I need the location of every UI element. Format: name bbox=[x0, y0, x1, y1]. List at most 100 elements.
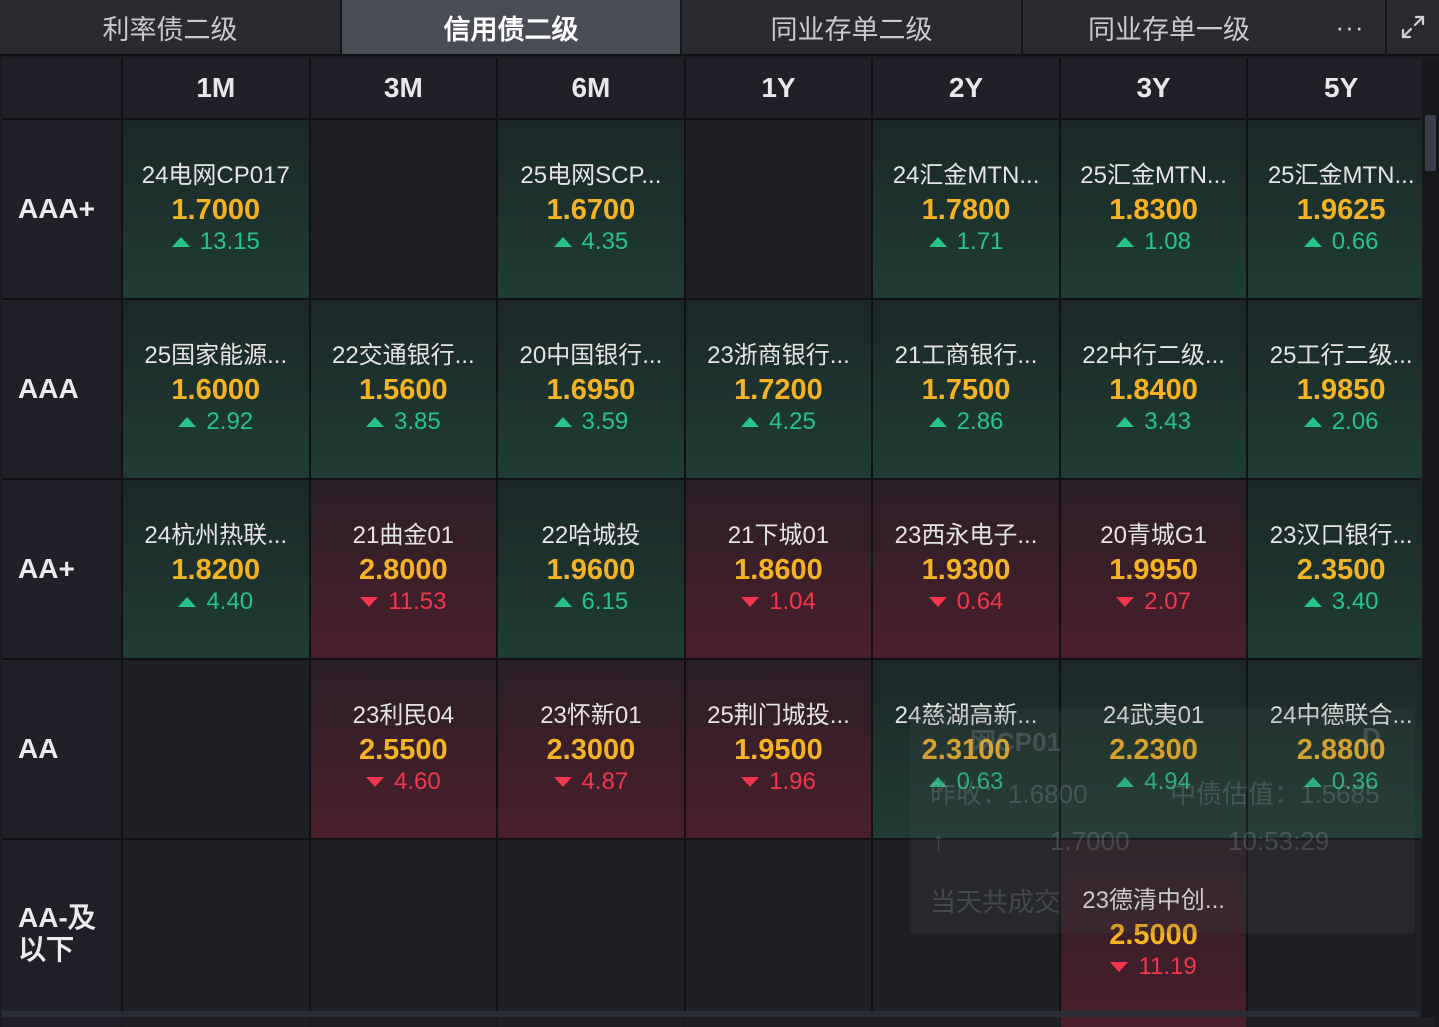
arrow-up-icon bbox=[928, 417, 947, 427]
bond-cell[interactable]: 21工商银行... 1.7500 2.86 bbox=[873, 300, 1059, 478]
expand-icon[interactable] bbox=[1385, 0, 1439, 54]
bond-cell[interactable]: 23浙商银行... 1.7200 4.25 bbox=[685, 300, 872, 478]
rate-change: 2.92 bbox=[178, 407, 253, 437]
arrow-up-icon bbox=[553, 417, 572, 427]
arrow-up-icon bbox=[365, 417, 384, 427]
bond-cell[interactable]: 21下城01 1.8600 1.04 bbox=[685, 480, 872, 658]
grid-corner bbox=[2, 58, 121, 118]
bond-cell[interactable]: 20青城G1 1.9950 2.07 bbox=[1060, 480, 1247, 658]
bond-cell[interactable]: 20中国银行... 1.6950 3.59 bbox=[498, 300, 684, 478]
bond-name: 24汇金MTN... bbox=[892, 162, 1040, 189]
rate-change: 2.06 bbox=[1303, 407, 1379, 437]
bond-rate: 1.9300 bbox=[921, 554, 1011, 586]
rate-change: 2.07 bbox=[1116, 587, 1191, 617]
bond-cell[interactable]: 23怀新01 2.3000 4.87 bbox=[498, 660, 684, 838]
bond-cell[interactable]: 24中德联合... 2.8800 0.36 bbox=[1248, 660, 1434, 838]
change-value: 3.40 bbox=[1331, 588, 1379, 615]
change-value: 4.87 bbox=[581, 768, 629, 795]
rate-change: 4.87 bbox=[553, 767, 629, 797]
column-header: 1Y bbox=[685, 58, 872, 118]
bond-cell[interactable]: 25汇金MTN... 1.9625 0.66 bbox=[1248, 120, 1434, 298]
arrow-up-icon bbox=[553, 597, 572, 607]
bond-rate: 2.5000 bbox=[1109, 918, 1198, 951]
bond-name: 23怀新01 bbox=[540, 702, 642, 729]
change-value: 4.94 bbox=[1144, 768, 1191, 795]
column-header: 5Y bbox=[1248, 58, 1434, 118]
arrow-up-icon bbox=[928, 237, 947, 247]
bond-name: 20青城G1 bbox=[1100, 522, 1207, 549]
bond-cell[interactable]: 25工行二级... 1.9850 2.06 bbox=[1248, 300, 1434, 478]
bond-name: 24武夷01 bbox=[1102, 702, 1205, 729]
change-value: 4.40 bbox=[206, 588, 254, 615]
bond-cell[interactable]: 22中行二级... 1.8400 3.43 bbox=[1060, 300, 1247, 478]
bond-cell[interactable]: 22交通银行... 1.5600 3.85 bbox=[310, 300, 497, 478]
bond-name: 25工行二级... bbox=[1269, 342, 1413, 369]
arrow-up-icon bbox=[1303, 417, 1322, 427]
arrow-up-icon bbox=[171, 237, 190, 247]
bond-cell[interactable]: 25国家能源... 1.6000 2.92 bbox=[123, 300, 309, 478]
bond-cell[interactable]: 23汉口银行... 2.3500 3.40 bbox=[1248, 480, 1434, 658]
bond-name: 25汇金MTN... bbox=[1267, 162, 1415, 189]
bond-rate: 1.6000 bbox=[171, 374, 261, 406]
bond-cell[interactable]: 24汇金MTN... 1.7800 1.71 bbox=[873, 120, 1059, 298]
bond-rate: 1.8300 bbox=[1109, 194, 1198, 226]
empty-cell bbox=[1248, 840, 1434, 1027]
column-header: 6M bbox=[498, 58, 684, 118]
bond-cell[interactable]: 22哈城投 1.9600 6.15 bbox=[498, 480, 684, 658]
bond-name: 23汉口银行... bbox=[1269, 522, 1413, 549]
change-value: 6.15 bbox=[581, 588, 629, 615]
tab-rate-bond-secondary[interactable]: 利率债二级 bbox=[0, 0, 342, 54]
bond-cell[interactable]: 24慈湖高新... 2.3100 0.63 bbox=[873, 660, 1059, 838]
arrow-down-icon bbox=[741, 777, 760, 787]
bond-cell[interactable]: 24武夷01 2.2300 4.94 bbox=[1060, 660, 1247, 838]
rate-change: 4.94 bbox=[1116, 767, 1191, 797]
horizontal-scrollbar[interactable] bbox=[2, 1011, 1420, 1017]
arrow-down-icon bbox=[1116, 597, 1135, 607]
bond-name: 23西永电子... bbox=[894, 522, 1038, 549]
rate-change: 4.60 bbox=[365, 767, 441, 797]
arrow-up-icon bbox=[1116, 777, 1135, 787]
empty-cell bbox=[123, 660, 309, 838]
row-header: AA-及 以下 bbox=[2, 840, 121, 1027]
rate-change: 1.04 bbox=[741, 587, 816, 617]
bond-rate: 2.3000 bbox=[546, 734, 636, 766]
change-value: 1.04 bbox=[769, 588, 816, 615]
bond-rate: 1.6950 bbox=[546, 374, 636, 406]
bond-cell[interactable]: 24杭州热联... 1.8200 4.40 bbox=[123, 480, 309, 658]
change-value: 3.43 bbox=[1144, 408, 1191, 435]
arrow-down-icon bbox=[365, 777, 384, 787]
empty-cell bbox=[685, 120, 872, 298]
bond-name: 23德清中创... bbox=[1082, 886, 1225, 914]
bond-rate: 2.2300 bbox=[1109, 734, 1198, 766]
bond-cell[interactable]: 25电网SCP... 1.6700 4.35 bbox=[498, 120, 684, 298]
tab-credit-bond-secondary[interactable]: 信用债二级 bbox=[342, 0, 682, 54]
bond-cell[interactable]: 23西永电子... 1.9300 0.64 bbox=[873, 480, 1059, 658]
bond-name: 24慈湖高新... bbox=[894, 702, 1038, 729]
change-value: 2.86 bbox=[956, 408, 1004, 435]
rate-change: 11.53 bbox=[360, 587, 446, 617]
arrow-up-icon bbox=[178, 597, 197, 607]
vertical-scrollbar[interactable] bbox=[1422, 58, 1439, 1017]
arrow-up-icon bbox=[928, 777, 947, 787]
bond-cell[interactable]: 23利民04 2.5500 4.60 bbox=[310, 660, 497, 838]
bond-rate: 2.8000 bbox=[358, 554, 448, 586]
bond-cell[interactable]: 25汇金MTN... 1.8300 1.08 bbox=[1060, 120, 1247, 298]
change-value: 4.60 bbox=[393, 768, 441, 795]
bond-cell[interactable]: 23德清中创... 2.5000 11.19 bbox=[1060, 840, 1247, 1027]
row-header: AA+ bbox=[2, 480, 121, 658]
more-icon[interactable]: ··· bbox=[1315, 0, 1385, 54]
bond-cell[interactable]: 24电网CP017 1.7000 13.15 bbox=[123, 120, 309, 298]
bond-cell[interactable]: 25荆门城投... 1.9500 1.96 bbox=[685, 660, 872, 838]
change-value: 13.15 bbox=[199, 228, 260, 255]
bond-rate: 1.9600 bbox=[546, 554, 636, 586]
tab-ncd-secondary[interactable]: 同业存单二级 bbox=[682, 0, 1023, 54]
tab-ncd-primary[interactable]: 同业存单一级 bbox=[1023, 0, 1315, 54]
scrollbar-thumb[interactable] bbox=[1425, 115, 1436, 171]
bond-rate: 1.7000 bbox=[171, 194, 261, 226]
change-value: 0.63 bbox=[956, 768, 1004, 795]
empty-cell bbox=[873, 840, 1059, 1027]
empty-cell bbox=[498, 840, 684, 1027]
bond-name: 22中行二级... bbox=[1082, 342, 1225, 369]
bond-cell[interactable]: 21曲金01 2.8000 11.53 bbox=[310, 480, 497, 658]
arrow-down-icon bbox=[741, 597, 760, 607]
